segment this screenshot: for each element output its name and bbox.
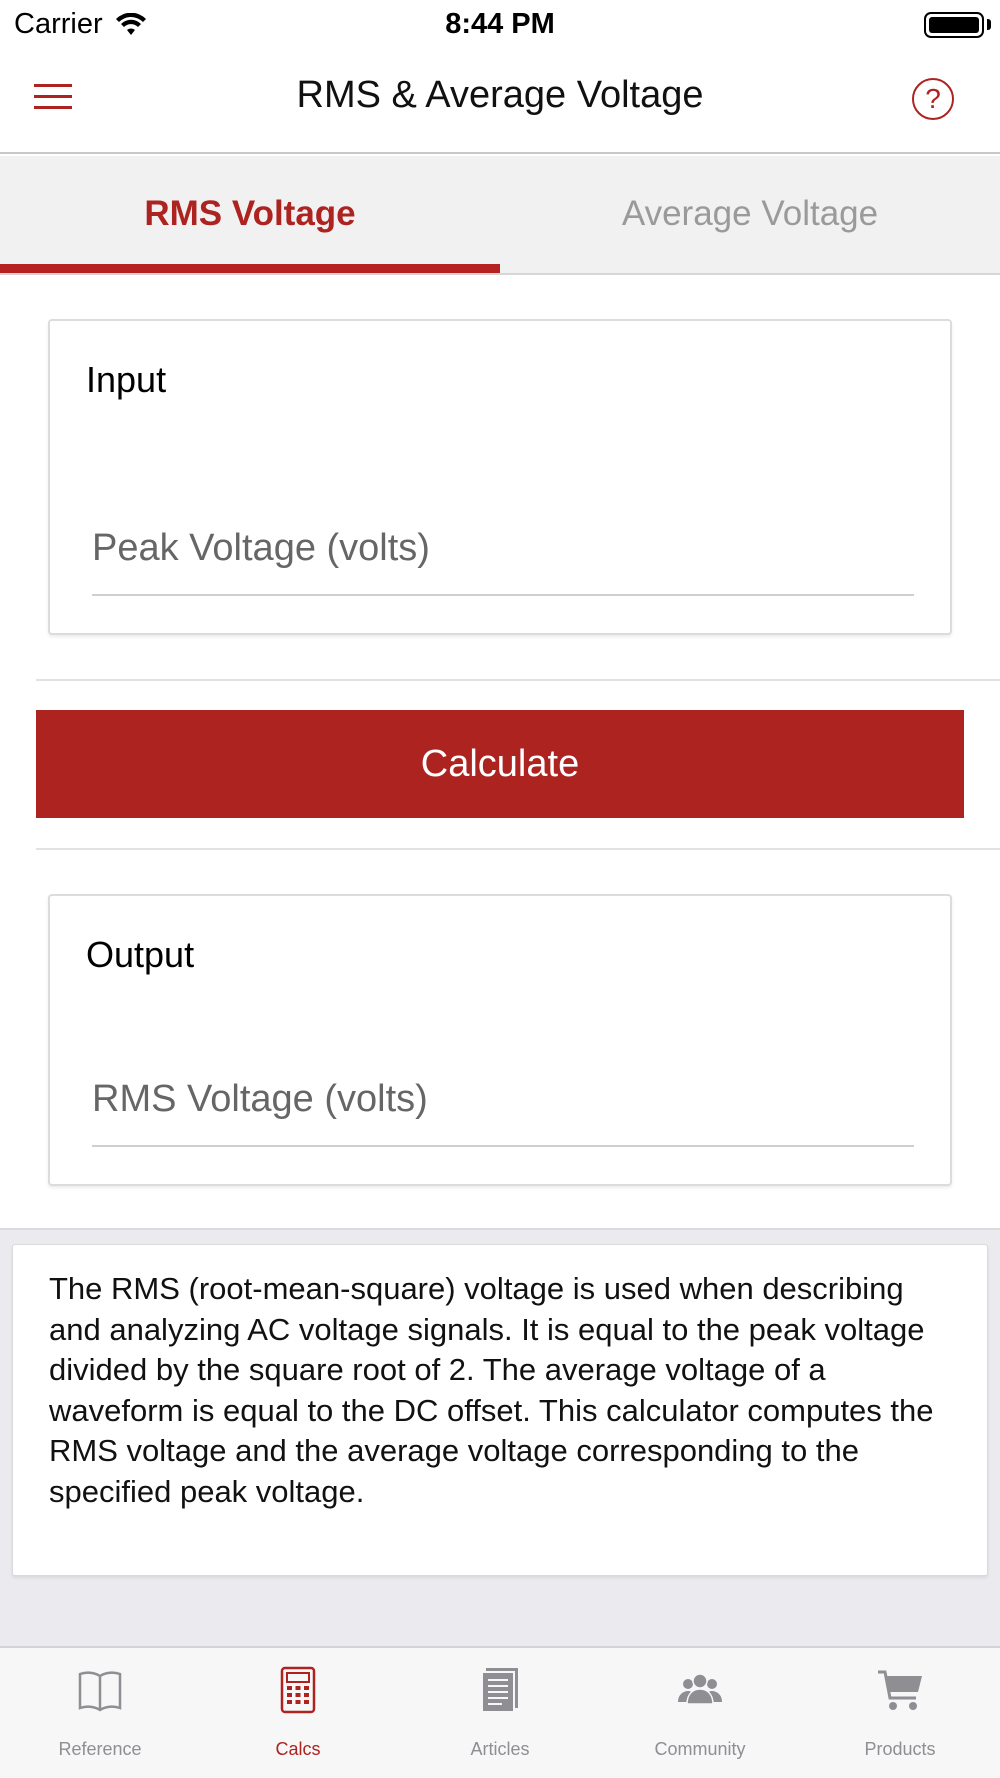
- description-text: The RMS (root-mean-square) voltage is us…: [12, 1244, 988, 1576]
- bottom-tab-bar: Reference Calcs Articles Community Produ…: [0, 1646, 1000, 1778]
- calculator-icon: [280, 1666, 316, 1714]
- divider: [36, 848, 1000, 850]
- calculate-button[interactable]: Calculate: [36, 710, 964, 818]
- page-title: RMS & Average Voltage: [296, 74, 704, 116]
- tab-bar-item-articles[interactable]: Articles: [400, 1666, 600, 1760]
- peak-voltage-field[interactable]: Peak Voltage (volts): [92, 527, 914, 596]
- rms-voltage-field: RMS Voltage (volts): [92, 1078, 914, 1147]
- book-icon: [78, 1671, 122, 1712]
- people-icon: [678, 1673, 722, 1705]
- input-heading: Input: [86, 359, 167, 400]
- description-area: The RMS (root-mean-square) voltage is us…: [0, 1228, 1000, 1646]
- tab-bar-label: Calcs: [275, 1739, 321, 1759]
- document-icon: [481, 1668, 518, 1713]
- tab-bar-item-community[interactable]: Community: [600, 1666, 800, 1760]
- divider: [36, 679, 1000, 681]
- tab-bar-label: Reference: [58, 1739, 142, 1759]
- tab-rms-voltage[interactable]: RMS Voltage: [0, 156, 500, 273]
- nav-bar: RMS & Average Voltage ?: [0, 50, 1000, 154]
- battery-tip: [987, 19, 991, 30]
- help-icon[interactable]: ?: [912, 78, 954, 120]
- input-card: Input Peak Voltage (volts): [48, 319, 952, 635]
- calculator-tabs: RMS Voltage Average Voltage: [0, 156, 1000, 275]
- battery-icon: [924, 12, 984, 38]
- tab-average-voltage[interactable]: Average Voltage: [500, 156, 1000, 273]
- tab-bar-label: Products: [864, 1739, 936, 1759]
- tab-bar-label: Community: [654, 1739, 746, 1759]
- tab-bar-label: Articles: [470, 1739, 530, 1759]
- output-card: Output RMS Voltage (volts): [48, 894, 952, 1186]
- active-tab-indicator: [0, 264, 500, 273]
- output-heading: Output: [86, 934, 195, 975]
- tab-bar-item-products[interactable]: Products: [800, 1666, 1000, 1760]
- status-bar: Carrier 8:44 PM: [0, 0, 1000, 50]
- cart-icon: [878, 1670, 922, 1710]
- tab-bar-item-reference[interactable]: Reference: [0, 1666, 200, 1760]
- status-time: 8:44 PM: [445, 8, 555, 40]
- tab-bar-item-calcs[interactable]: Calcs: [198, 1666, 398, 1760]
